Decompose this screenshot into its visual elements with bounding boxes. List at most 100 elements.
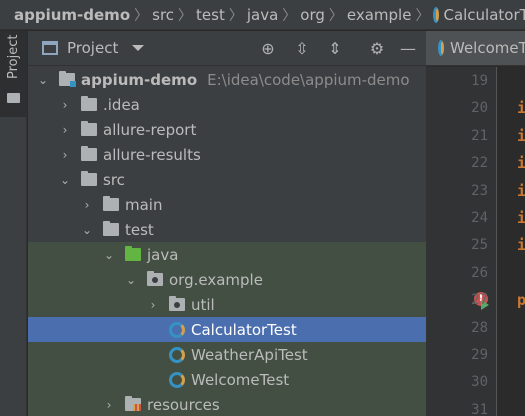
chevron-right-icon: 〉 — [228, 7, 243, 24]
crosshair-icon[interactable]: ⊕ — [258, 39, 278, 59]
project-view-selector[interactable]: Project — [67, 39, 118, 57]
folder-icon — [103, 221, 119, 236]
tree-item-label: WeatherApiTest — [191, 345, 308, 364]
chevron-right-icon: 〉 — [415, 7, 430, 24]
code-fragment: i — [517, 181, 525, 200]
line-number: 29 — [471, 347, 488, 363]
editor-code-area[interactable]: iiiiiip — [496, 67, 525, 416]
tree-row-welcometest[interactable]: WelcomeTest — [28, 367, 426, 392]
test-resources-folder-icon — [125, 396, 141, 411]
tab-welcome-test[interactable]: WelcomeTest — [426, 31, 525, 65]
chevron-right-icon: 〉 — [282, 7, 297, 24]
tree-row-allure-results[interactable]: › allure-results — [28, 142, 426, 167]
folder-icon — [81, 96, 97, 111]
line-number: 28 — [471, 319, 488, 336]
class-icon — [438, 40, 444, 56]
chevron-down-icon[interactable]: ⌄ — [37, 73, 49, 87]
module-folder-icon — [59, 71, 76, 87]
expand-all-icon[interactable]: ⇳ — [292, 39, 312, 59]
tree-item-label: src — [103, 170, 125, 189]
tree-row-java[interactable]: ⌄ java — [28, 242, 426, 267]
collapse-all-icon[interactable]: ⇕ — [325, 39, 345, 59]
folder-icon — [81, 146, 97, 161]
breadcrumb-project[interactable]: appium-demo — [14, 6, 130, 24]
chevron-right-icon[interactable]: › — [103, 398, 115, 412]
chevron-down-icon[interactable]: ⌄ — [81, 223, 93, 237]
project-path: E:\idea\code\appium-demo — [207, 70, 410, 89]
chevron-down-icon[interactable]: ⌄ — [103, 248, 115, 262]
class-icon — [169, 371, 185, 388]
project-panel-header: Project ⊕ ⇳ ⇕ ⚙ — — [28, 31, 426, 66]
chevron-right-icon: 〉 — [328, 7, 343, 24]
package-icon — [147, 271, 163, 286]
navigation-breadcrumb: appium-demo 〉 src 〉 test 〉 java 〉 org 〉 … — [0, 0, 525, 30]
tree-item-label: resources — [147, 395, 220, 414]
breadcrumb-src[interactable]: src — [152, 6, 174, 24]
tree-row-resources[interactable]: › resources — [28, 392, 426, 416]
chevron-right-icon[interactable]: › — [59, 148, 71, 162]
tree-row-weatherapitest[interactable]: WeatherApiTest — [28, 342, 426, 367]
breadcrumb-java[interactable]: java — [247, 6, 278, 24]
chevron-down-icon[interactable]: ⌄ — [59, 173, 71, 187]
folder-icon — [103, 196, 119, 211]
code-fragment: i — [517, 99, 525, 118]
folder-icon — [7, 93, 20, 103]
tree-item-label: appium-demo — [81, 70, 198, 89]
chevron-right-icon[interactable]: › — [81, 198, 93, 212]
folder-icon — [81, 171, 97, 186]
tree-row-calculatortest[interactable]: CalculatorTest — [28, 317, 426, 342]
class-icon — [169, 346, 185, 363]
minimize-icon[interactable]: — — [398, 39, 418, 59]
project-tool-tab[interactable]: Project — [0, 31, 27, 117]
tool-window-strip: Project — [0, 31, 27, 416]
tree-item-label: test — [125, 220, 154, 239]
tree-item-label: allure-results — [103, 145, 201, 164]
folder-icon — [81, 121, 97, 136]
line-number: 25 — [471, 237, 488, 254]
chevron-right-icon[interactable]: › — [59, 98, 71, 112]
line-number: 30 — [471, 374, 488, 391]
tree-item-label: allure-report — [103, 120, 197, 139]
class-icon — [433, 6, 440, 23]
code-fragment: p — [517, 291, 525, 310]
code-fragment: i — [517, 236, 525, 255]
chevron-right-icon: 〉 — [178, 7, 193, 24]
line-number: 24 — [471, 210, 488, 226]
tree-item-label: WelcomeTest — [191, 370, 290, 389]
editor-tab-bar: WelcomeTest — [426, 31, 525, 66]
tree-item-label: org.example — [169, 270, 263, 289]
chevron-right-icon[interactable]: › — [59, 123, 71, 137]
chevron-down-icon[interactable]: ⌄ — [125, 273, 137, 287]
class-icon — [169, 321, 185, 338]
gear-icon[interactable]: ⚙ — [367, 39, 387, 59]
tree-row--idea[interactable]: › .idea — [28, 92, 426, 117]
package-icon — [169, 296, 185, 311]
line-number: 31 — [471, 401, 488, 416]
tree-row-main[interactable]: › main — [28, 192, 426, 217]
breadcrumb-example[interactable]: example — [347, 6, 412, 24]
tree-row-appium-demo[interactable]: ⌄ appium-demo E:\idea\code\appium-demo — [28, 67, 426, 92]
tree-row-src[interactable]: ⌄ src — [28, 167, 426, 192]
breadcrumb-class[interactable]: CalculatorTest — [443, 6, 525, 24]
chevron-right-icon[interactable]: › — [147, 298, 159, 312]
chevron-down-icon[interactable] — [132, 45, 145, 51]
code-fragment: i — [517, 209, 525, 227]
tree-row-test[interactable]: ⌄ test — [28, 217, 426, 242]
line-number: 23 — [471, 182, 488, 199]
tree-row-allure-report[interactable]: › allure-report — [28, 117, 426, 142]
tree-row-org-example[interactable]: ⌄ org.example — [28, 267, 426, 292]
breadcrumb-org[interactable]: org — [300, 6, 325, 24]
breadcrumb-test[interactable]: test — [196, 6, 225, 24]
line-number: 19 — [471, 73, 488, 89]
tree-item-label: java — [147, 245, 179, 264]
tree-row-util[interactable]: › util — [28, 292, 426, 317]
project-panel: Project ⊕ ⇳ ⇕ ⚙ — ⌄ appium-demo E:\idea\co… — [28, 31, 426, 416]
line-number: 20 — [471, 100, 488, 117]
chevron-right-icon: 〉 — [134, 7, 149, 24]
line-number: 26 — [471, 264, 488, 281]
test-source-folder-icon — [125, 246, 141, 261]
editor-gutter[interactable]: ! 19 20 21 22 23 24 25 26 27 28 29 30 31 — [426, 67, 514, 416]
project-view-icon — [42, 41, 58, 55]
line-number: 21 — [471, 127, 488, 144]
tree-item-label: .idea — [103, 95, 140, 114]
